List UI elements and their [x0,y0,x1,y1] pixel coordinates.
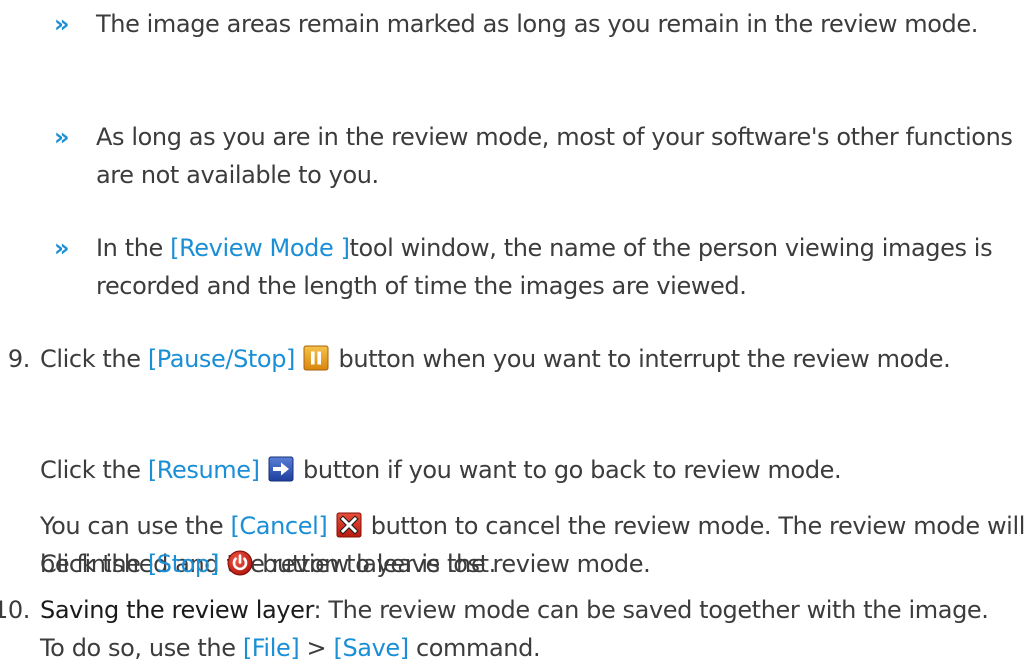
resume-link[interactable]: [Resume] [148,456,260,484]
bullet-text: In the [Review Mode ]tool window, the na… [96,234,993,300]
step-text: Click the [Pause/Stop] button when you w… [40,345,951,373]
step-number: 9. [7,345,31,373]
step-heading: Saving the review layer [40,596,314,624]
stop-power-icon[interactable] [227,550,253,576]
bullet-item: » The image areas remain marked as long … [54,5,1014,43]
bullet-item: » As long as you are in the review mode,… [54,118,1014,194]
review-mode-link[interactable]: [Review Mode ] [170,234,350,262]
arrow-right-icon[interactable] [268,456,294,482]
pause-icon[interactable] [303,345,329,371]
save-command-link[interactable]: [Save] [333,634,409,662]
step-10: 10. Saving the review layer: The review m… [0,591,1020,667]
stop-link[interactable]: [Stop] [148,550,219,578]
cancel-x-icon[interactable] [336,512,362,538]
step-text: Saving the review layer: The review mode… [40,596,989,662]
bullet-item: » In the [Review Mode ]tool window, the … [54,229,1014,305]
bullet-text: As long as you are in the review mode, m… [96,123,1013,189]
cancel-link[interactable]: [Cancel] [230,512,327,540]
step-9: 9. Click the [Pause/Stop] button when yo… [0,340,1020,378]
step-number: 10. [0,596,30,624]
file-menu-link[interactable]: [File] [243,634,300,662]
bullet-marker: » [54,234,70,262]
resume-paragraph: Click the [Resume] button if you want to… [40,456,842,484]
pause-stop-link[interactable]: [Pause/Stop] [148,345,296,373]
stop-paragraph: Click the [Stop] button to leave the rev… [40,550,651,578]
bullet-text: The image areas remain marked as long as… [96,10,978,38]
bullet-marker: » [54,10,70,38]
bullet-marker: » [54,123,70,151]
